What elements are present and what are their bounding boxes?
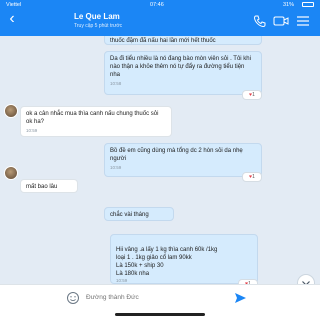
chat-header: ‹ Le Que Lam Truy cập 5 phút trước <box>0 9 320 36</box>
reaction-count: 1 <box>252 174 255 180</box>
video-call-icon[interactable] <box>273 14 289 28</box>
send-icon[interactable] <box>234 292 247 304</box>
emoji-icon[interactable] <box>66 291 80 305</box>
message-text: Da đi tiểu nhiều là nó đang bào mòn viên… <box>110 56 251 78</box>
back-button[interactable]: ‹ <box>2 11 22 29</box>
last-seen-status: Truy cập 5 phút trước <box>74 23 123 29</box>
chevron-left-icon: ‹ <box>9 10 15 27</box>
clock: 07:46 <box>150 1 164 8</box>
avatar[interactable] <box>4 104 18 118</box>
message-time: 10:59 <box>26 128 38 133</box>
message-time: 10:59 <box>110 165 122 170</box>
message-time: 10:58 <box>110 81 122 86</box>
status-bar: Viettel 07:46 31% <box>0 0 320 9</box>
battery-icon <box>302 2 314 7</box>
message-text: Bồ đề em cũng dùng mà tổng dc 2 hòn sỏi … <box>110 148 243 162</box>
reaction-count: 1 <box>252 92 255 98</box>
scroll-to-bottom-button[interactable] <box>297 274 315 284</box>
message-list[interactable]: thuốc đặm đã nấu hai lần mới hết thuốc D… <box>0 36 320 284</box>
message-text: chắc vài tháng <box>110 212 149 218</box>
message-input[interactable] <box>86 294 174 301</box>
message-bubble[interactable]: thuốc đặm đã nấu hai lần mới hết thuốc <box>104 36 262 45</box>
message-text: Hii vâng .a lấy 1 kg thìa canh 60k /1kg … <box>116 247 218 277</box>
message-bubble[interactable]: mất bao lâu <box>20 179 78 193</box>
message-text: ok a cân nhắc mua thìa canh nấu chung th… <box>26 111 159 125</box>
message-bubble[interactable]: ok a cân nhắc mua thìa canh nấu chung th… <box>20 106 172 137</box>
message-composer <box>0 284 320 321</box>
message-bubble[interactable]: Bồ đề em cũng dùng mà tổng dc 2 hòn sỏi … <box>104 143 262 177</box>
reaction-badge[interactable]: ♥1 <box>242 172 262 182</box>
battery-level: 31% <box>283 1 295 8</box>
carrier-name: Viettel <box>6 1 22 8</box>
message-bubble[interactable]: chắc vài tháng <box>104 207 174 221</box>
reaction-badge[interactable]: ♥1 <box>242 90 262 100</box>
chevron-down-icon <box>302 281 310 284</box>
avatar[interactable] <box>4 166 18 180</box>
message-bubble[interactable]: Hii vâng .a lấy 1 kg thìa canh 60k /1kg … <box>110 234 258 284</box>
message-text: thuốc đặm đã nấu hai lần mới hết thuốc <box>110 38 216 44</box>
contact-name[interactable]: Le Que Lam <box>74 12 120 21</box>
message-bubble[interactable]: Da đi tiểu nhiều là nó đang bào mòn viên… <box>104 51 262 95</box>
menu-icon[interactable] <box>295 14 311 28</box>
home-indicator <box>115 313 205 316</box>
phone-icon[interactable] <box>253 14 267 28</box>
message-text: mất bao lâu <box>26 184 58 190</box>
